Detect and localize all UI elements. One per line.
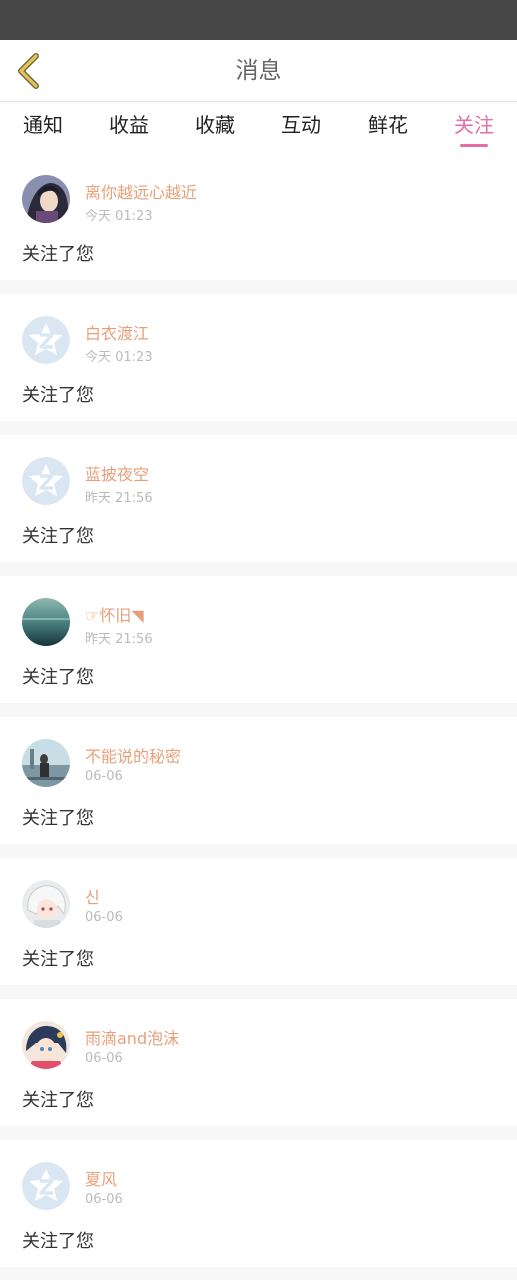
message-text: 关注了您 <box>22 808 94 829</box>
anime-avatar-white-icon <box>22 880 70 928</box>
tab-label: 鲜花 <box>368 113 408 137</box>
username-link[interactable]: 不能说的秘密 <box>85 743 181 767</box>
username-link[interactable]: ☞怀旧◥ <box>85 602 144 626</box>
app-header: 消息 <box>0 40 517 102</box>
anime-avatar-dark-icon <box>22 175 70 223</box>
tab-label: 收益 <box>109 113 149 137</box>
message-text: 关注了您 <box>22 949 94 970</box>
tab-earnings[interactable]: 收益 <box>86 103 172 153</box>
timestamp: 今天 01:23 <box>85 209 153 224</box>
photo-avatar-person-icon <box>22 739 70 787</box>
message-text: 关注了您 <box>22 667 94 688</box>
message-text: 关注了您 <box>22 385 94 406</box>
default-z-avatar-icon <box>22 1162 70 1210</box>
username-link[interactable]: 蓝披夜空 <box>85 461 149 485</box>
notification-card[interactable]: 蓝披夜空 昨天 21:56 关注了您 <box>0 435 517 562</box>
timestamp: 昨天 21:56 <box>85 632 153 647</box>
tab-label: 通知 <box>23 113 63 137</box>
notification-card[interactable]: ☞怀旧◥ 昨天 21:56 关注了您 <box>0 576 517 703</box>
username-link[interactable]: 离你越远心越近 <box>85 179 197 203</box>
username-link[interactable]: 신 <box>85 884 100 908</box>
tab-label: 收藏 <box>195 113 235 137</box>
tab-bar: 通知 收益 收藏 互动 鲜花 关注 <box>0 103 517 153</box>
notification-card[interactable]: 신 06-06 关注了您 <box>0 858 517 985</box>
avatar[interactable] <box>22 457 70 505</box>
notification-card[interactable]: 离你越远心越近 今天 01:23 关注了您 <box>0 153 517 280</box>
tab-interaction[interactable]: 互动 <box>258 103 344 153</box>
default-z-avatar-icon <box>22 316 70 364</box>
avatar[interactable] <box>22 316 70 364</box>
timestamp: 06-06 <box>85 1051 123 1066</box>
notification-list: 离你越远心越近 今天 01:23 关注了您 白衣渡江 今天 01:23 关注了您… <box>0 153 517 1280</box>
page-title: 消息 <box>235 58 282 84</box>
active-tab-indicator <box>460 144 488 147</box>
avatar[interactable] <box>22 880 70 928</box>
tab-flowers[interactable]: 鲜花 <box>345 103 431 153</box>
notification-card[interactable]: 雨滴and泡沫 06-06 关注了您 <box>0 999 517 1126</box>
message-text: 关注了您 <box>22 1231 94 1252</box>
status-bar <box>0 0 517 40</box>
tab-label: 关注 <box>454 113 494 137</box>
avatar[interactable] <box>22 1021 70 1069</box>
avatar[interactable] <box>22 1162 70 1210</box>
message-text: 关注了您 <box>22 1090 94 1111</box>
notification-card[interactable]: 夏风 06-06 关注了您 <box>0 1140 517 1267</box>
message-text: 关注了您 <box>22 526 94 547</box>
timestamp: 06-06 <box>85 1192 123 1207</box>
anime-avatar-colorful-icon <box>22 1021 70 1069</box>
avatar[interactable] <box>22 739 70 787</box>
timestamp: 06-06 <box>85 769 123 784</box>
tab-favorites[interactable]: 收藏 <box>172 103 258 153</box>
timestamp: 06-06 <box>85 910 123 925</box>
avatar[interactable] <box>22 598 70 646</box>
notification-card[interactable]: 不能说的秘密 06-06 关注了您 <box>0 717 517 844</box>
username-link[interactable]: 夏风 <box>85 1166 117 1190</box>
username-link[interactable]: 雨滴and泡沫 <box>85 1025 179 1049</box>
username-link[interactable]: 白衣渡江 <box>85 320 149 344</box>
avatar[interactable] <box>22 175 70 223</box>
message-text: 关注了您 <box>22 244 94 265</box>
tab-label: 互动 <box>281 113 321 137</box>
notification-card[interactable]: 白衣渡江 今天 01:23 关注了您 <box>0 294 517 421</box>
timestamp: 昨天 21:56 <box>85 491 153 506</box>
sea-avatar-icon <box>22 598 70 646</box>
tab-notice[interactable]: 通知 <box>0 103 86 153</box>
tab-follow[interactable]: 关注 <box>431 103 517 153</box>
timestamp: 今天 01:23 <box>85 350 153 365</box>
default-z-avatar-icon <box>22 457 70 505</box>
